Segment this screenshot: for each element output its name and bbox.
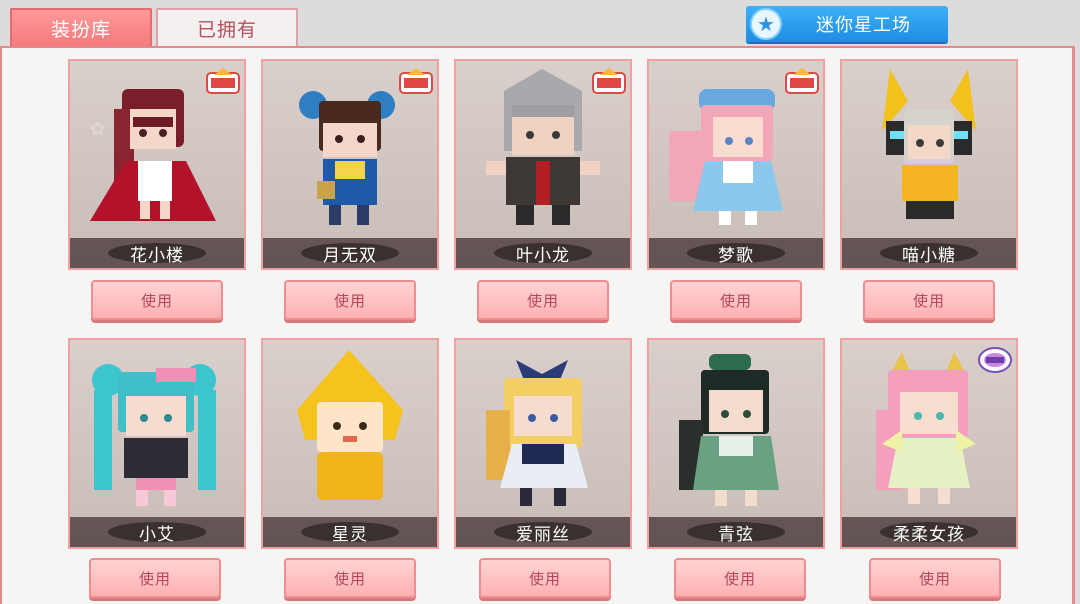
- skin-name-bar: 爱丽丝: [456, 517, 630, 547]
- skin-name-bar: 叶小龙: [456, 238, 630, 268]
- top-bar: 装扮库 已拥有 ★ 迷你星工场: [0, 0, 1080, 50]
- skin-card[interactable]: 小艾: [68, 338, 246, 549]
- skin-name-bar: 星灵: [263, 517, 437, 547]
- skin-card[interactable]: 月无双: [261, 59, 439, 270]
- skin-name: 叶小龙: [516, 245, 570, 266]
- use-button[interactable]: 使用: [284, 280, 416, 320]
- use-button[interactable]: 使用: [91, 280, 223, 320]
- tab-costume-library[interactable]: 装扮库: [10, 8, 152, 46]
- use-button[interactable]: 使用: [670, 280, 802, 320]
- character-portrait: [882, 69, 976, 219]
- use-button[interactable]: 使用: [869, 558, 1001, 598]
- star-icon: ★: [750, 8, 782, 40]
- use-button[interactable]: 使用: [89, 558, 221, 598]
- skin-name: 爱丽丝: [516, 524, 570, 545]
- skin-name-bar: 花小楼: [70, 238, 244, 268]
- character-portrait: [92, 364, 216, 506]
- skin-name: 梦歌: [718, 245, 754, 266]
- skin-name-bar: 小艾: [70, 517, 244, 547]
- skin-grid-panel: ✿ 花小楼 月无双 叶小龙 梦歌 喵小糖 使用 使用 使用 使用 使用 小艾 星…: [0, 46, 1075, 604]
- skin-name-bar: 梦歌: [649, 238, 823, 268]
- workshop-label: 迷你星工场: [816, 15, 911, 36]
- exchange-badge: [399, 68, 433, 94]
- skin-name: 喵小糖: [902, 245, 956, 266]
- use-button[interactable]: 使用: [284, 558, 416, 598]
- skin-name: 青弦: [718, 524, 754, 545]
- skin-name: 月无双: [323, 245, 377, 266]
- skin-name: 柔柔女孩: [893, 524, 965, 545]
- character-portrait: [486, 360, 588, 506]
- mini-star-workshop-button[interactable]: ★ 迷你星工场: [746, 6, 948, 42]
- skin-name: 花小楼: [130, 245, 184, 266]
- exchange-badge: [206, 68, 240, 94]
- exchange-badge: [592, 68, 626, 94]
- skin-card[interactable]: 青弦: [647, 338, 825, 549]
- skin-name: 小艾: [139, 524, 175, 545]
- tab-owned[interactable]: 已拥有: [156, 8, 298, 46]
- skin-card[interactable]: 柔柔女孩: [840, 338, 1018, 549]
- skin-card[interactable]: ✿ 花小楼: [68, 59, 246, 270]
- character-portrait: [297, 350, 403, 500]
- skin-card[interactable]: 梦歌: [647, 59, 825, 270]
- use-button[interactable]: 使用: [477, 280, 609, 320]
- use-button[interactable]: 使用: [674, 558, 806, 598]
- skin-name-bar: 柔柔女孩: [842, 517, 1016, 547]
- character-portrait: [679, 354, 779, 506]
- skin-card[interactable]: 喵小糖: [840, 59, 1018, 270]
- my-little-pony-badge: [978, 347, 1012, 373]
- skin-name: 星灵: [332, 524, 368, 545]
- skin-card[interactable]: 爱丽丝: [454, 338, 632, 549]
- skin-name-bar: 月无双: [263, 238, 437, 268]
- skin-card[interactable]: 星灵: [261, 338, 439, 549]
- use-button[interactable]: 使用: [863, 280, 995, 320]
- skin-name-bar: 青弦: [649, 517, 823, 547]
- exchange-badge: [785, 68, 819, 94]
- skin-name-bar: 喵小糖: [842, 238, 1016, 268]
- use-button[interactable]: 使用: [479, 558, 611, 598]
- skin-card[interactable]: 叶小龙: [454, 59, 632, 270]
